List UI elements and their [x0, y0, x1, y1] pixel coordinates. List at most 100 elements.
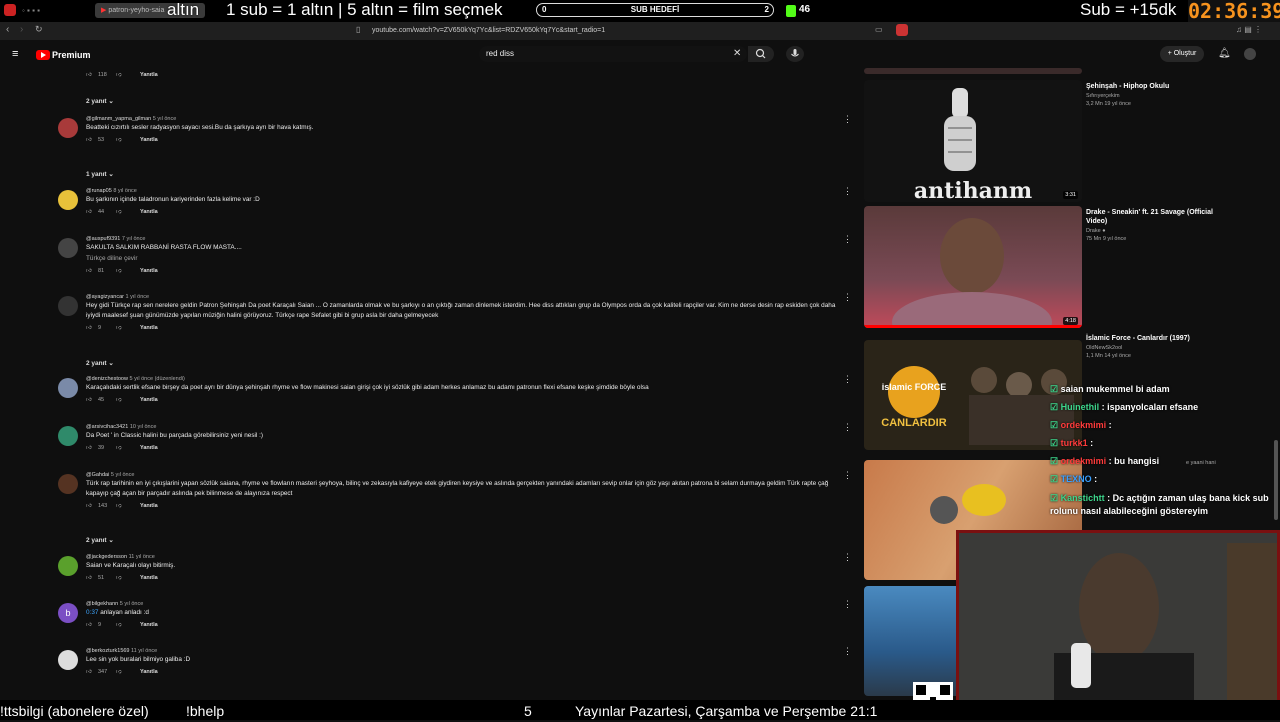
view-replies-button[interactable]: 2 yanıt ⌄ — [86, 536, 114, 544]
video-thumbnail-partial[interactable] — [864, 68, 1082, 74]
comment-author[interactable]: @denizchestoow — [86, 376, 128, 382]
like-icon[interactable]: 👍︎ — [86, 575, 92, 581]
like-icon[interactable]: 👍︎ — [86, 137, 92, 143]
cast-icon[interactable]: ▭ — [875, 25, 883, 34]
bookmark-icon[interactable]: ▯ — [356, 25, 360, 34]
dislike-icon[interactable]: 👎︎ — [116, 72, 122, 78]
comment-author[interactable]: @ayagizyancar — [86, 294, 124, 300]
comment-menu-icon[interactable]: ⋮ — [843, 599, 852, 610]
comment-author[interactable]: @auspuf9391 — [86, 236, 120, 242]
avatar[interactable] — [58, 296, 78, 316]
dislike-icon[interactable]: 👎︎ — [116, 209, 122, 215]
dislike-icon[interactable]: 👎︎ — [116, 268, 122, 274]
comment-time[interactable]: 10 yıl önce — [130, 424, 157, 430]
comment-author[interactable]: @gilmanm_yapma_gilman — [86, 116, 151, 122]
view-replies-button[interactable]: 2 yanıt ⌄ — [86, 97, 114, 105]
video-meta[interactable]: Drake - Sneakin' ft. 21 Savage (Official… — [1086, 208, 1216, 242]
reply-button[interactable]: Yanıtla — [140, 268, 158, 274]
youtube-logo-icon[interactable] — [36, 50, 50, 60]
comment-menu-icon[interactable]: ⋮ — [843, 234, 852, 245]
channel-name[interactable]: OldNewSk2ool — [1086, 345, 1216, 351]
video-title[interactable]: Şehinşah - Hiphop Okulu — [1086, 82, 1216, 91]
youtube-logo-text[interactable]: Premium — [52, 50, 91, 60]
avatar[interactable]: b — [58, 603, 78, 623]
comment-author[interactable]: @bilgekhann — [86, 601, 118, 607]
like-icon[interactable]: 👍︎ — [86, 72, 92, 78]
dislike-icon[interactable]: 👎︎ — [116, 669, 122, 675]
avatar[interactable] — [58, 556, 78, 576]
voice-search-button[interactable] — [786, 46, 804, 62]
comment-author[interactable]: @berkozturk1569 — [86, 648, 130, 654]
avatar[interactable] — [58, 190, 78, 210]
reload-icon[interactable]: ↻ — [35, 24, 43, 35]
comment-time[interactable]: 11 yıl önce — [131, 648, 157, 654]
forward-icon[interactable]: › — [20, 24, 23, 35]
comment-author[interactable]: @jackgedersson — [86, 554, 127, 560]
reply-button[interactable]: Yanıtla — [140, 209, 158, 215]
avatar[interactable] — [58, 238, 78, 258]
like-icon[interactable]: 👍︎ — [86, 268, 92, 274]
channel-name[interactable]: Sıfırıyerçekim — [1086, 93, 1216, 99]
comment-menu-icon[interactable]: ⋮ — [843, 186, 852, 197]
dislike-icon[interactable]: 👎︎ — [116, 445, 122, 451]
comment-author[interactable]: @arsivcihac3421 — [86, 424, 128, 430]
comment-menu-icon[interactable]: ⋮ — [843, 292, 852, 303]
back-icon[interactable]: ‹ — [6, 24, 9, 35]
like-icon[interactable]: 👍︎ — [86, 325, 92, 331]
comment-author[interactable]: @runap05 — [86, 188, 112, 194]
channel-name[interactable]: Drake ● — [1086, 228, 1216, 234]
comment-menu-icon[interactable]: ⋮ — [843, 552, 852, 563]
reply-button[interactable]: Yanıtla — [140, 445, 158, 451]
clear-search-icon[interactable]: ✕ — [733, 48, 741, 59]
extension-icon[interactable] — [896, 24, 908, 36]
comment-author[interactable]: @Gahdai — [86, 472, 109, 478]
comment-time[interactable]: 1 yıl önce — [126, 294, 150, 300]
video-meta[interactable]: İslamic Force - Canlardır (1997) OldNewS… — [1086, 334, 1216, 359]
comment-menu-icon[interactable]: ⋮ — [843, 114, 852, 125]
dislike-icon[interactable]: 👎︎ — [116, 137, 122, 143]
video-thumbnail[interactable]: islamic FORCE CANLARDIR — [864, 340, 1082, 450]
comment-time[interactable]: 5 yıl önce — [153, 116, 177, 122]
dislike-icon[interactable]: 👎︎ — [116, 575, 122, 581]
browser-menu-icons[interactable]: ♫ ▤ ⋮ — [1236, 25, 1262, 34]
comment-time[interactable]: 5 yıl önce — [120, 601, 144, 607]
dislike-icon[interactable]: 👎︎ — [116, 325, 122, 331]
avatar[interactable] — [58, 118, 78, 138]
avatar[interactable] — [58, 426, 78, 446]
reply-button[interactable]: Yanıtla — [140, 397, 158, 403]
comment-menu-icon[interactable]: ⋮ — [843, 374, 852, 385]
view-replies-button[interactable]: 1 yanıt ⌄ — [86, 170, 114, 178]
timestamp-link[interactable]: 0:37 — [86, 609, 98, 616]
search-input[interactable]: red diss — [479, 46, 747, 62]
address-bar[interactable]: youtube.com/watch?v=ZV650kYq7Yc&list=RDZ… — [372, 25, 872, 37]
reply-button[interactable]: Yanıtla — [140, 72, 158, 78]
reply-button[interactable]: Yanıtla — [140, 325, 158, 331]
reply-button[interactable]: Yanıtla — [140, 575, 158, 581]
like-icon[interactable]: 👍︎ — [86, 669, 92, 675]
notifications-icon[interactable]: 🔔︎ — [1218, 48, 1231, 59]
comment-time[interactable]: 7 yıl önce — [122, 236, 146, 242]
comment-menu-icon[interactable]: ⋮ — [843, 470, 852, 481]
dislike-icon[interactable]: 👎︎ — [116, 622, 122, 628]
like-icon[interactable]: 👍︎ — [86, 209, 92, 215]
comment-time[interactable]: 5 yıl önce — [111, 472, 135, 478]
avatar[interactable] — [58, 378, 78, 398]
view-replies-button[interactable]: 2 yanıt ⌄ — [86, 359, 114, 367]
video-title[interactable]: İslamic Force - Canlardır (1997) — [1086, 334, 1216, 343]
comment-menu-icon[interactable]: ⋮ — [843, 422, 852, 433]
avatar[interactable] — [58, 650, 78, 670]
search-button[interactable] — [748, 46, 774, 62]
dislike-icon[interactable]: 👎︎ — [116, 503, 122, 509]
translate-link[interactable]: Türkçe diline çevir — [86, 254, 846, 264]
create-button[interactable]: + Oluştur — [1160, 46, 1204, 62]
reply-button[interactable]: Yanıtla — [140, 669, 158, 675]
like-icon[interactable]: 👍︎ — [86, 503, 92, 509]
dislike-icon[interactable]: 👎︎ — [116, 397, 122, 403]
comment-time[interactable]: 5 yıl önce (düzenlendi) — [130, 376, 185, 382]
video-title[interactable]: Drake - Sneakin' ft. 21 Savage (Official… — [1086, 208, 1216, 226]
avatar[interactable] — [58, 474, 78, 494]
reply-button[interactable]: Yanıtla — [140, 137, 158, 143]
like-icon[interactable]: 👍︎ — [86, 622, 92, 628]
video-meta[interactable]: Şehinşah - Hiphop Okulu Sıfırıyerçekim 3… — [1086, 82, 1216, 107]
like-icon[interactable]: 👍︎ — [86, 445, 92, 451]
